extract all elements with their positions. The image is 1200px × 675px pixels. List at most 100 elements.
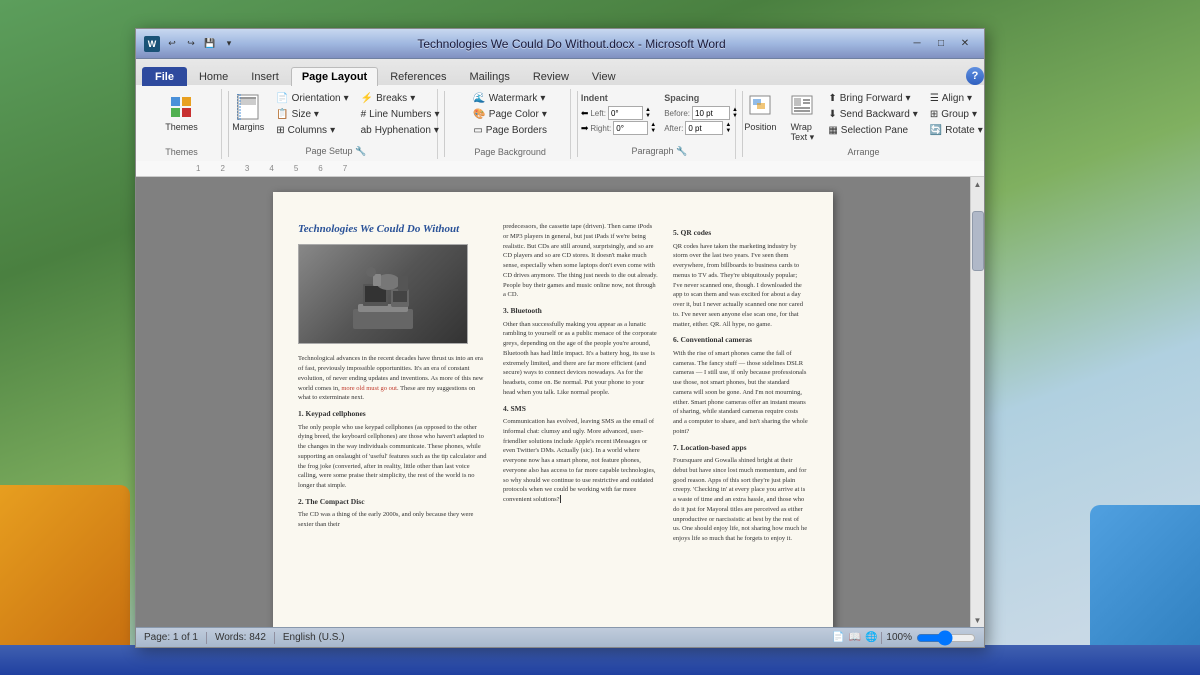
page-bg-label: Page Background [474, 145, 546, 157]
tab-view[interactable]: View [581, 67, 627, 86]
group-icon: ⊞ [930, 109, 938, 120]
section-2-title: 2. The Compact Disc [298, 497, 488, 508]
tab-references[interactable]: References [379, 67, 457, 86]
position-button[interactable]: Position [740, 91, 780, 134]
paragraph-dialog-launcher[interactable]: 🔧 [676, 146, 687, 156]
page-color-button[interactable]: 🎨 Page Color ▾ [469, 107, 551, 122]
title-bar-center: Technologies We Could Do Without.docx - … [237, 37, 906, 51]
ribbon-group-page-bg: 🌊 Watermark ▾ 🎨 Page Color ▾ ▭ Page Bord… [451, 89, 571, 159]
tab-mailings[interactable]: Mailings [458, 67, 520, 86]
spacing-after-spinner[interactable]: ▲ ▼ [725, 122, 731, 134]
rotate-icon: 🔄 [930, 125, 942, 136]
hyphenation-icon: ab [361, 125, 372, 136]
tab-insert[interactable]: Insert [240, 67, 290, 86]
watermark-button[interactable]: 🌊 Watermark ▾ [469, 91, 551, 106]
send-backward-icon: ⬇ [828, 109, 836, 120]
dropdown-arrow[interactable]: ▾ [221, 36, 237, 52]
section-1-title: 1. Keypad cellphones [298, 409, 488, 420]
maximize-button[interactable]: □ [930, 35, 952, 53]
orientation-button[interactable]: 📄 Orientation ▾ [272, 91, 352, 106]
page-setup-label: Page Setup 🔧 [305, 144, 366, 157]
close-button[interactable]: ✕ [954, 35, 976, 53]
group-button[interactable]: ⊞ Group ▾ [926, 107, 987, 122]
tab-home[interactable]: Home [188, 67, 239, 86]
zoom-slider[interactable] [916, 633, 976, 643]
tab-file[interactable]: File [142, 67, 187, 86]
ruler: 1 2 3 4 5 6 7 [136, 161, 984, 177]
page-bg-items: 🌊 Watermark ▾ 🎨 Page Color ▾ ▭ Page Bord… [469, 91, 551, 145]
line-numbers-button[interactable]: # Line Numbers ▾ [357, 107, 444, 122]
document-title: Technologies We Could Do Without [298, 222, 488, 236]
section-1-text: The only people who use keypad cellphone… [298, 423, 488, 491]
tab-page-layout[interactable]: Page Layout [291, 67, 378, 86]
status-right: 📄 📖 🌐 100% [832, 632, 976, 644]
wrap-text-icon [788, 93, 816, 121]
section-5-title: 5. QR codes [673, 228, 808, 239]
page-setup-dialog-launcher[interactable]: 🔧 [355, 146, 366, 156]
margins-icon [234, 93, 262, 121]
page-borders-button[interactable]: ▭ Page Borders [469, 123, 551, 138]
selection-pane-button[interactable]: ▦ Selection Pane [824, 123, 921, 138]
line-numbers-icon: # [361, 109, 367, 120]
indent-heading: Indent [581, 91, 656, 105]
breaks-hyphenation-col: ⚡ Breaks ▾ # Line Numbers ▾ ab Hyphenati… [357, 91, 444, 138]
spacing-before-input[interactable]: 10 pt [692, 106, 730, 120]
undo-button[interactable]: ↩ [164, 36, 180, 52]
bring-forward-button[interactable]: ⬆ Bring Forward ▾ [824, 91, 921, 106]
indent-right-row: ➡ Right: 0° ▲ ▼ [581, 121, 656, 135]
spacing-before-spinner[interactable]: ▲ ▼ [732, 107, 738, 119]
scroll-down-arrow[interactable]: ▼ [972, 613, 984, 627]
selection-pane-icon: ▦ [828, 125, 837, 136]
align-button[interactable]: ☰ Align ▾ [926, 91, 987, 106]
status-page: Page: 1 of 1 [144, 632, 198, 643]
view-web-btn[interactable]: 🌐 [865, 632, 877, 643]
ribbon-group-themes: Themes Themes [142, 89, 222, 159]
rotate-button[interactable]: 🔄 Rotate ▾ [926, 123, 987, 138]
indent-right-spinner[interactable]: ▲ ▼ [650, 122, 656, 134]
document-area: Technologies We Could Do Without [136, 177, 970, 627]
page-setup-items: Margins 📄 Orientation ▾ 📋 Size ▾ ⊞ Colu [228, 91, 443, 144]
size-button[interactable]: 📋 Size ▾ [272, 107, 352, 122]
ruler-marks: 1 2 3 4 5 6 7 [196, 164, 347, 173]
save-button[interactable]: 💾 [202, 36, 218, 52]
view-normal-btn[interactable]: 📄 [832, 632, 844, 643]
taskbar[interactable] [0, 645, 1200, 675]
scroll-up-arrow[interactable]: ▲ [972, 177, 984, 191]
themes-label: Themes [165, 122, 198, 132]
scroll-thumb[interactable] [972, 211, 984, 271]
indent-left-input[interactable]: 0° [608, 106, 643, 120]
doc-column-middle: predecessors, the cassette tape (driven)… [503, 222, 658, 627]
redo-button[interactable]: ↪ [183, 36, 199, 52]
section-2-text-partial: The CD was a thing of the early 2000s, a… [298, 510, 488, 530]
ribbon-help-area: ? [966, 67, 984, 85]
text-cursor [560, 495, 561, 503]
wrap-text-button[interactable]: WrapText ▾ [784, 91, 820, 145]
spacing-after-input[interactable]: 0 pt [685, 121, 723, 135]
position-label: Position [744, 122, 776, 132]
help-button[interactable]: ? [966, 67, 984, 85]
ribbon-tabs: File Home Insert Page Layout References … [136, 59, 984, 85]
minimize-button[interactable]: ─ [906, 35, 928, 53]
page-borders-icon: ▭ [473, 125, 482, 136]
vertical-scrollbar[interactable]: ▲ ▼ [970, 177, 984, 627]
status-sep-3 [881, 632, 882, 644]
document-page[interactable]: Technologies We Could Do Without [273, 192, 833, 627]
arrange-label: Arrange [848, 145, 880, 157]
indent-right-input[interactable]: 0° [613, 121, 648, 135]
breaks-button[interactable]: ⚡ Breaks ▾ [357, 91, 444, 106]
themes-button[interactable]: Themes [161, 91, 202, 134]
margins-button[interactable]: Margins [228, 91, 268, 134]
tab-review[interactable]: Review [522, 67, 580, 86]
title-bar-left: W ↩ ↪ 💾 ▾ [144, 36, 237, 52]
send-backward-button[interactable]: ⬇ Send Backward ▾ [824, 107, 921, 122]
window-title: Technologies We Could Do Without.docx - … [417, 37, 725, 51]
wrap-text-label: WrapText ▾ [791, 122, 815, 143]
columns-button[interactable]: ⊞ Columns ▾ [272, 123, 352, 138]
indent-left-spinner[interactable]: ▲ ▼ [645, 107, 651, 119]
view-reading-btn[interactable]: 📖 [849, 632, 861, 643]
word-app-icon: W [144, 36, 160, 52]
divider-2 [444, 91, 445, 157]
section-5-text: QR codes have taken the marketing indust… [673, 242, 808, 330]
bring-forward-icon: ⬆ [828, 93, 836, 104]
hyphenation-button[interactable]: ab Hyphenation ▾ [357, 123, 444, 138]
